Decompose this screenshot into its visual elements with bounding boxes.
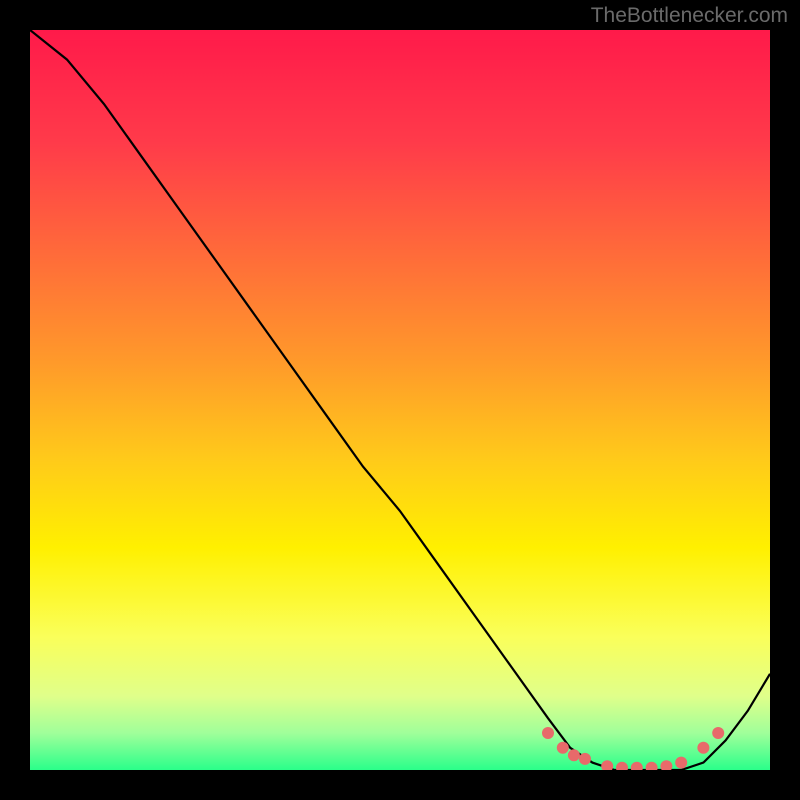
marker-dot bbox=[601, 760, 613, 770]
marker-dot bbox=[568, 749, 580, 761]
marker-dot bbox=[557, 742, 569, 754]
marker-dot bbox=[631, 762, 643, 770]
marker-dot bbox=[616, 762, 628, 770]
bottleneck-curve bbox=[30, 30, 770, 770]
marker-dot bbox=[579, 753, 591, 765]
marker-dot bbox=[646, 762, 658, 770]
marker-dot bbox=[542, 727, 554, 739]
highlight-markers bbox=[542, 727, 724, 770]
marker-dot bbox=[660, 760, 672, 770]
chart-container bbox=[30, 30, 770, 770]
marker-dot bbox=[697, 742, 709, 754]
marker-dot bbox=[675, 757, 687, 769]
watermark-text: TheBottlenecker.com bbox=[591, 4, 788, 28]
marker-dot bbox=[712, 727, 724, 739]
curve-overlay bbox=[30, 30, 770, 770]
